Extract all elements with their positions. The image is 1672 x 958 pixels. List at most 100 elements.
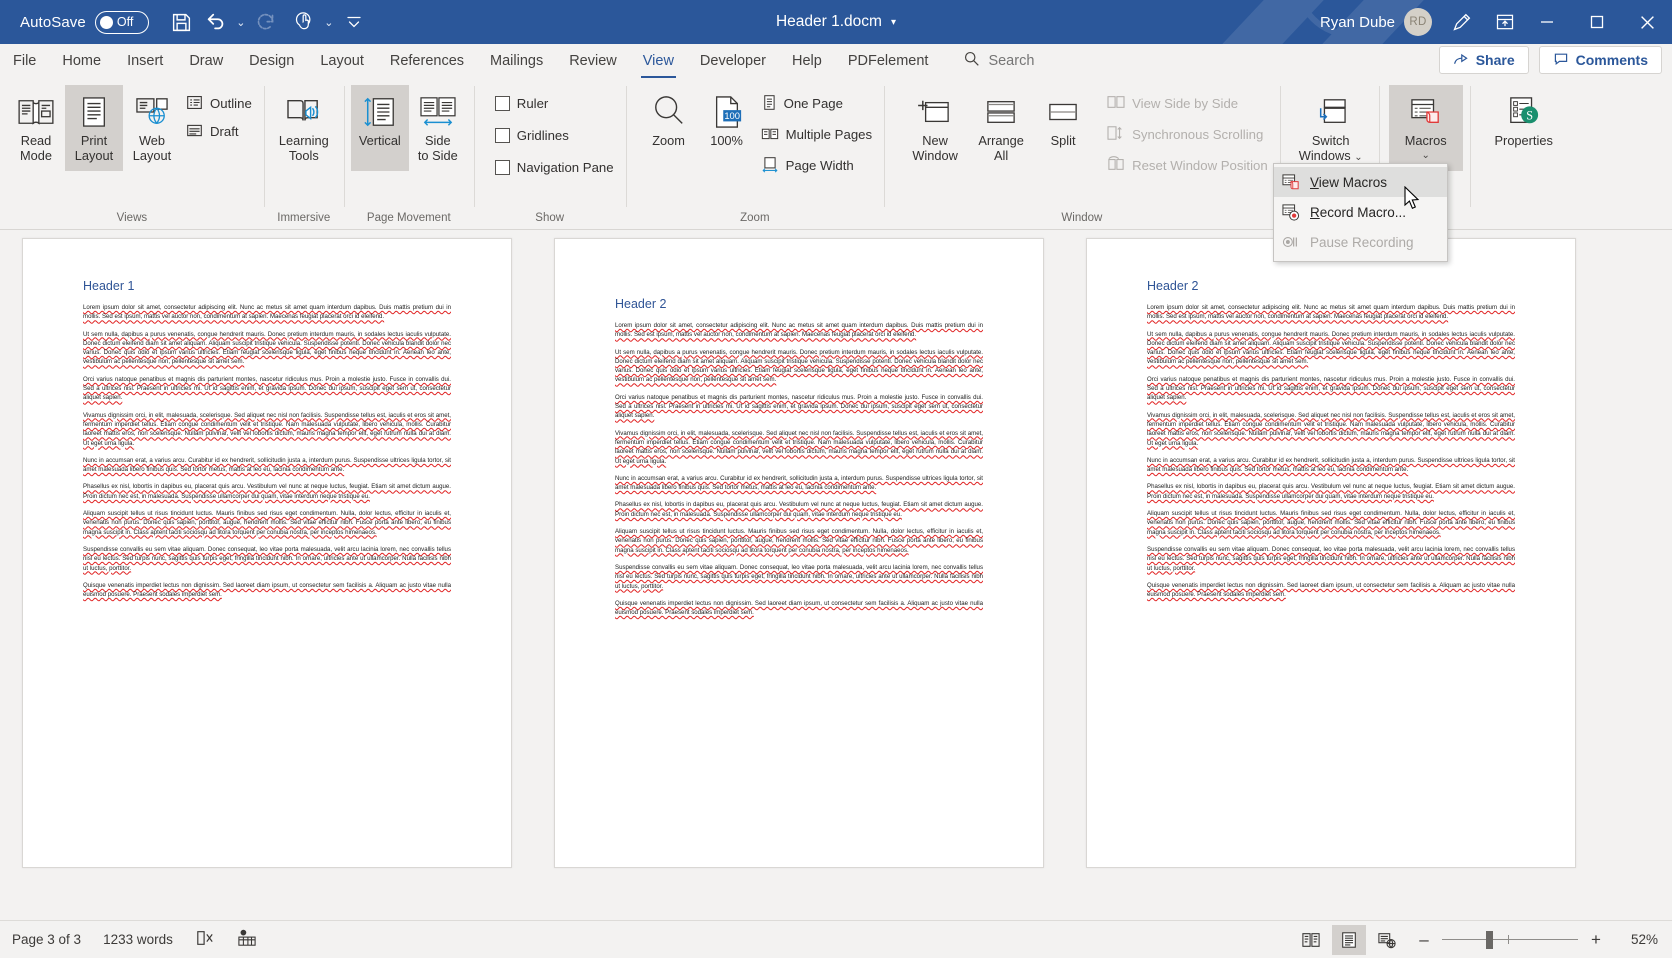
switch-windows-icon <box>1313 91 1349 133</box>
close-button[interactable] <box>1622 0 1672 44</box>
window-group-label: Window <box>1061 212 1103 224</box>
view-side-by-side-button[interactable]: View Side by Side <box>1102 91 1273 116</box>
tab-layout[interactable]: Layout <box>307 44 377 78</box>
zoom-slider-thumb[interactable] <box>1486 930 1493 949</box>
tab-view[interactable]: View <box>630 44 687 78</box>
tab-review[interactable]: Review <box>556 44 630 78</box>
page-3[interactable]: Header 2 Lorem ipsum dolor sit amet, con… <box>1086 238 1576 868</box>
tab-file[interactable]: File <box>0 44 49 78</box>
save-icon[interactable] <box>165 2 199 42</box>
zoom-slider[interactable]: – + <box>1416 930 1604 950</box>
multiple-pages-button[interactable]: Multiple Pages <box>756 122 878 147</box>
magnifier-icon <box>652 91 686 133</box>
autosave-toggle[interactable]: Off <box>94 10 149 34</box>
macros-caret[interactable]: ⌄ <box>1421 148 1429 163</box>
read-mode-view-button[interactable] <box>1294 925 1328 955</box>
split-label-1: Split <box>1050 133 1076 148</box>
svg-text:S: S <box>1526 109 1533 123</box>
tab-help[interactable]: Help <box>779 44 835 78</box>
page-indicator[interactable]: Page 3 of 3 <box>12 932 81 947</box>
pages-container: Header 1 Lorem ipsum dolor sit amet, con… <box>0 230 1672 868</box>
print-layout-button[interactable]: Print Layout <box>65 85 123 171</box>
tab-mailings[interactable]: Mailings <box>477 44 556 78</box>
switch-windows-button[interactable]: Switch Windows ⌄ <box>1290 85 1372 171</box>
pen-ink-icon[interactable] <box>1444 2 1478 42</box>
page-2-paragraph: Lorem ipsum dolor sit amet, consectetur … <box>615 322 983 339</box>
undo-icon[interactable] <box>199 2 233 42</box>
document-canvas[interactable]: Header 1 Lorem ipsum dolor sit amet, con… <box>0 230 1672 920</box>
ruler-checkbox[interactable]: Ruler <box>490 91 619 116</box>
autosave-control[interactable]: AutoSave Off <box>20 10 149 34</box>
page-2-paragraph: Orci varius natoque penatibus et magnis … <box>615 393 983 420</box>
one-page-button[interactable]: One Page <box>756 91 878 116</box>
document-title[interactable]: Header 1.docm <box>776 13 882 31</box>
touch-mode-icon[interactable] <box>287 2 321 42</box>
page-2-paragraph: Ut sem nulla, dapibus a purus venenatis,… <box>615 348 983 384</box>
properties-button[interactable]: S Properties <box>1482 85 1566 171</box>
web-layout-view-button[interactable] <box>1370 925 1404 955</box>
accessibility-checker-icon[interactable] <box>237 929 257 950</box>
avatar[interactable]: RD <box>1404 8 1432 36</box>
tab-developer[interactable]: Developer <box>687 44 779 78</box>
share-button[interactable]: Share <box>1438 46 1529 74</box>
maximize-button[interactable] <box>1572 0 1622 44</box>
page-2[interactable]: Header 2 Lorem ipsum dolor sit amet, con… <box>554 238 1044 868</box>
search-box[interactable] <box>963 44 1219 78</box>
user-name[interactable]: Ryan Dube <box>1320 14 1395 31</box>
zoom-in-button[interactable]: + <box>1588 930 1604 950</box>
sharepoint-properties-icon: S <box>1507 91 1541 133</box>
minimize-button[interactable] <box>1522 0 1572 44</box>
zoom-button[interactable]: Zoom <box>640 85 698 171</box>
gridlines-checkbox[interactable]: Gridlines <box>490 123 619 148</box>
new-window-button[interactable]: New Window <box>902 85 968 171</box>
read-mode-button[interactable]: Read Mode <box>7 85 65 171</box>
customize-quick-access-icon[interactable] <box>337 2 371 42</box>
tab-draw[interactable]: Draw <box>176 44 236 78</box>
outline-button[interactable]: Outline <box>181 91 257 116</box>
synchronous-scrolling-button[interactable]: Synchronous Scrolling <box>1102 122 1273 147</box>
zoom-level[interactable]: 52% <box>1616 932 1658 947</box>
split-button[interactable]: Split <box>1034 85 1092 171</box>
menu-item-record-macro[interactable]: Record Macro... <box>1274 197 1447 227</box>
vertical-button[interactable]: Vertical <box>350 85 409 171</box>
print-layout-view-button[interactable] <box>1332 924 1366 955</box>
zoom-slider-track[interactable] <box>1442 930 1578 949</box>
reset-window-position-button[interactable]: Reset Window Position <box>1102 153 1273 178</box>
proofing-errors-icon[interactable] <box>195 929 215 950</box>
search-input[interactable] <box>988 53 1219 69</box>
ribbon-display-options-icon[interactable] <box>1488 2 1522 42</box>
page-width-icon <box>761 156 779 176</box>
web-layout-label-1: Web <box>138 133 166 148</box>
menu-item-view-macros[interactable]: View Macros <box>1274 167 1447 197</box>
autosave-label: AutoSave <box>20 13 86 31</box>
zoom-100-button[interactable]: 100 100% <box>698 85 756 171</box>
comments-button[interactable]: Comments <box>1538 46 1662 74</box>
undo-dropdown-caret[interactable]: ⌄ <box>233 2 249 42</box>
macros-button[interactable]: Macros ⌄ <box>1388 85 1463 171</box>
side-to-side-button[interactable]: Side to Side <box>409 85 467 171</box>
tab-insert[interactable]: Insert <box>114 44 176 78</box>
page-1[interactable]: Header 1 Lorem ipsum dolor sit amet, con… <box>22 238 512 868</box>
word-count[interactable]: 1233 words <box>103 932 173 947</box>
tab-design[interactable]: Design <box>236 44 307 78</box>
ribbon-group-show: Ruler Gridlines Navigation Pane Show <box>473 78 626 229</box>
switch-windows-caret[interactable]: ⌄ <box>1354 152 1362 163</box>
pause-recording-icon <box>1282 233 1300 251</box>
draft-button[interactable]: Draft <box>181 119 257 144</box>
page-1-heading: Header 1 <box>83 279 135 293</box>
learning-tools-button[interactable]: Learning Tools <box>271 85 337 171</box>
navigation-pane-checkbox[interactable]: Navigation Pane <box>490 155 619 180</box>
tab-references[interactable]: References <box>377 44 477 78</box>
page-width-button[interactable]: Page Width <box>756 153 878 178</box>
page-3-paragraph: Phasellus ex nisl, lobortis in dapibus e… <box>1147 483 1515 500</box>
page-2-paragraph: Quisque venenatis imperdiet lectus non d… <box>615 599 983 617</box>
comment-icon <box>1553 51 1569 70</box>
zoom-out-button[interactable]: – <box>1416 930 1432 950</box>
page-3-paragraph: Nunc in accumsan erat, a varius arcu. Cu… <box>1147 456 1515 474</box>
tab-pdfelement[interactable]: PDFelement <box>835 44 942 78</box>
document-title-caret[interactable]: ▾ <box>891 17 896 28</box>
web-layout-button[interactable]: Web Layout <box>123 85 181 171</box>
arrange-all-button[interactable]: Arrange All <box>968 85 1034 171</box>
touch-mode-caret[interactable]: ⌄ <box>321 2 337 42</box>
tab-home[interactable]: Home <box>49 44 114 78</box>
